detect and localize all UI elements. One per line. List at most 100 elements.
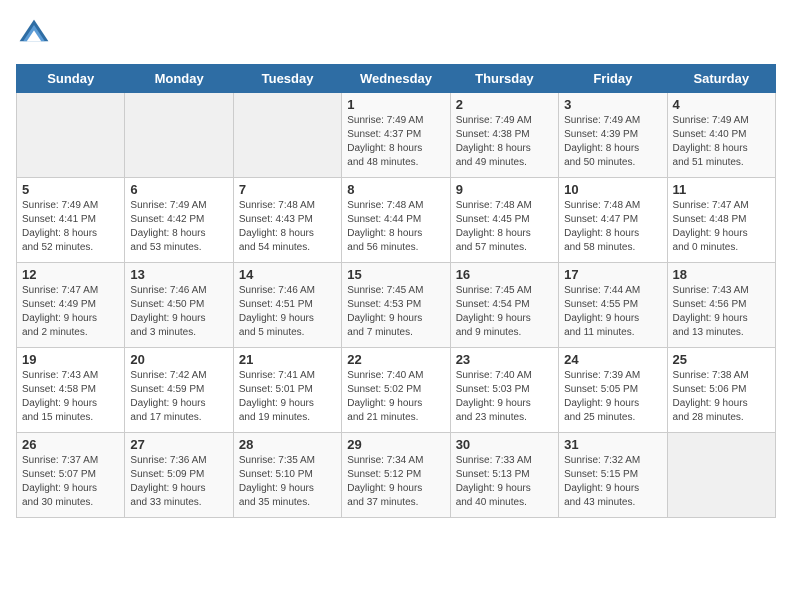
day-info: Sunrise: 7:49 AM Sunset: 4:39 PM Dayligh… (564, 114, 661, 170)
day-number: 20 (130, 352, 227, 367)
calendar-week-row: 26Sunrise: 7:37 AM Sunset: 5:07 PM Dayli… (17, 433, 776, 518)
day-number: 24 (564, 352, 661, 367)
day-info: Sunrise: 7:45 AM Sunset: 4:53 PM Dayligh… (347, 284, 444, 340)
day-number: 11 (673, 182, 770, 197)
day-info: Sunrise: 7:48 AM Sunset: 4:44 PM Dayligh… (347, 199, 444, 255)
calendar-cell: 26Sunrise: 7:37 AM Sunset: 5:07 PM Dayli… (17, 433, 125, 518)
day-info: Sunrise: 7:34 AM Sunset: 5:12 PM Dayligh… (347, 454, 444, 510)
day-number: 3 (564, 97, 661, 112)
calendar-cell: 24 Sunrise: 7:39 AM Sunset: 5:05 PM Dayli… (559, 348, 667, 433)
day-number: 21 (239, 352, 336, 367)
logo-icon (16, 16, 52, 52)
calendar-cell: 1Sunrise: 7:49 AM Sunset: 4:37 PM Daylig… (342, 93, 450, 178)
day-number: 7 (239, 182, 336, 197)
calendar-cell (17, 93, 125, 178)
calendar-cell: 6Sunrise: 7:49 AM Sunset: 4:42 PM Daylig… (125, 178, 233, 263)
calendar-cell: 18Sunrise: 7:43 AM Sunset: 4:56 PM Dayli… (667, 263, 775, 348)
calendar-cell (125, 93, 233, 178)
day-info: Sunrise: 7:46 AM Sunset: 4:50 PM Dayligh… (130, 284, 227, 340)
calendar-cell: 15 Sunrise: 7:45 AM Sunset: 4:53 PM Dayli… (342, 263, 450, 348)
day-number: 2 (456, 97, 553, 112)
day-info: Sunrise: 7:48 AM Sunset: 4:45 PM Dayligh… (456, 199, 553, 255)
calendar-cell: 16 Sunrise: 7:45 AM Sunset: 4:54 PM Dayli… (450, 263, 558, 348)
day-number: 5 (22, 182, 119, 197)
day-info: Sunrise: 7:38 AM Sunset: 5:06 PM Dayligh… (673, 369, 770, 425)
calendar-cell: 12 Sunrise: 7:47 AM Sunset: 4:49 PM Dayli… (17, 263, 125, 348)
calendar-cell: 11 Sunrise: 7:47 AM Sunset: 4:48 PM Dayli… (667, 178, 775, 263)
day-info: Sunrise: 7:45 AM Sunset: 4:54 PM Dayligh… (456, 284, 553, 340)
calendar-cell: 3 Sunrise: 7:49 AM Sunset: 4:39 PM Daylig… (559, 93, 667, 178)
calendar-cell: 13 Sunrise: 7:46 AM Sunset: 4:50 PM Dayli… (125, 263, 233, 348)
calendar-cell: 9 Sunrise: 7:48 AM Sunset: 4:45 PM Daylig… (450, 178, 558, 263)
day-number: 4 (673, 97, 770, 112)
calendar-cell: 5 Sunrise: 7:49 AM Sunset: 4:41 PM Daylig… (17, 178, 125, 263)
day-info: Sunrise: 7:40 AM Sunset: 5:02 PM Dayligh… (347, 369, 444, 425)
header-day: Sunday (17, 65, 125, 93)
day-number: 14 (239, 267, 336, 282)
header-day: Monday (125, 65, 233, 93)
day-number: 22 (347, 352, 444, 367)
day-info: Sunrise: 7:43 AM Sunset: 4:56 PM Dayligh… (673, 284, 770, 340)
day-number: 28 (239, 437, 336, 452)
header-day: Tuesday (233, 65, 341, 93)
day-number: 25 (673, 352, 770, 367)
day-number: 13 (130, 267, 227, 282)
day-number: 31 (564, 437, 661, 452)
day-info: Sunrise: 7:33 AM Sunset: 5:13 PM Dayligh… (456, 454, 553, 510)
day-number: 16 (456, 267, 553, 282)
day-info: Sunrise: 7:37 AM Sunset: 5:07 PM Dayligh… (22, 454, 119, 510)
day-number: 29 (347, 437, 444, 452)
day-number: 19 (22, 352, 119, 367)
page-header (16, 16, 776, 52)
calendar-cell (667, 433, 775, 518)
calendar-week-row: 5 Sunrise: 7:49 AM Sunset: 4:41 PM Daylig… (17, 178, 776, 263)
header-day: Wednesday (342, 65, 450, 93)
calendar-week-row: 19 Sunrise: 7:43 AM Sunset: 4:58 PM Dayli… (17, 348, 776, 433)
calendar-cell: 23 Sunrise: 7:40 AM Sunset: 5:03 PM Dayli… (450, 348, 558, 433)
day-info: Sunrise: 7:42 AM Sunset: 4:59 PM Dayligh… (130, 369, 227, 425)
day-info: Sunrise: 7:49 AM Sunset: 4:38 PM Dayligh… (456, 114, 553, 170)
day-info: Sunrise: 7:47 AM Sunset: 4:49 PM Dayligh… (22, 284, 119, 340)
day-info: Sunrise: 7:48 AM Sunset: 4:47 PM Dayligh… (564, 199, 661, 255)
day-info: Sunrise: 7:49 AM Sunset: 4:40 PM Dayligh… (673, 114, 770, 170)
day-info: Sunrise: 7:46 AM Sunset: 4:51 PM Dayligh… (239, 284, 336, 340)
calendar-week-row: 12 Sunrise: 7:47 AM Sunset: 4:49 PM Dayli… (17, 263, 776, 348)
day-number: 30 (456, 437, 553, 452)
day-info: Sunrise: 7:49 AM Sunset: 4:41 PM Dayligh… (22, 199, 119, 255)
calendar-cell (233, 93, 341, 178)
calendar-cell: 14 Sunrise: 7:46 AM Sunset: 4:51 PM Dayli… (233, 263, 341, 348)
calendar-cell: 7Sunrise: 7:48 AM Sunset: 4:43 PM Daylig… (233, 178, 341, 263)
day-info: Sunrise: 7:49 AM Sunset: 4:42 PM Dayligh… (130, 199, 227, 255)
day-info: Sunrise: 7:43 AM Sunset: 4:58 PM Dayligh… (22, 369, 119, 425)
calendar-cell: 28 Sunrise: 7:35 AM Sunset: 5:10 PM Dayli… (233, 433, 341, 518)
day-number: 27 (130, 437, 227, 452)
day-number: 8 (347, 182, 444, 197)
header-day: Saturday (667, 65, 775, 93)
day-info: Sunrise: 7:35 AM Sunset: 5:10 PM Dayligh… (239, 454, 336, 510)
calendar-cell: 20 Sunrise: 7:42 AM Sunset: 4:59 PM Dayli… (125, 348, 233, 433)
day-number: 12 (22, 267, 119, 282)
calendar-cell: 10Sunrise: 7:48 AM Sunset: 4:47 PM Dayli… (559, 178, 667, 263)
day-info: Sunrise: 7:32 AM Sunset: 5:15 PM Dayligh… (564, 454, 661, 510)
calendar-cell: 22 Sunrise: 7:40 AM Sunset: 5:02 PM Dayli… (342, 348, 450, 433)
day-info: Sunrise: 7:47 AM Sunset: 4:48 PM Dayligh… (673, 199, 770, 255)
calendar-table: SundayMondayTuesdayWednesdayThursdayFrid… (16, 64, 776, 518)
day-info: Sunrise: 7:44 AM Sunset: 4:55 PM Dayligh… (564, 284, 661, 340)
day-number: 9 (456, 182, 553, 197)
day-info: Sunrise: 7:39 AM Sunset: 5:05 PM Dayligh… (564, 369, 661, 425)
day-info: Sunrise: 7:41 AM Sunset: 5:01 PM Dayligh… (239, 369, 336, 425)
header-row: SundayMondayTuesdayWednesdayThursdayFrid… (17, 65, 776, 93)
day-number: 1 (347, 97, 444, 112)
day-number: 23 (456, 352, 553, 367)
header-day: Friday (559, 65, 667, 93)
calendar-cell: 4 Sunrise: 7:49 AM Sunset: 4:40 PM Daylig… (667, 93, 775, 178)
calendar-cell: 19 Sunrise: 7:43 AM Sunset: 4:58 PM Dayli… (17, 348, 125, 433)
calendar-cell: 31 Sunrise: 7:32 AM Sunset: 5:15 PM Dayli… (559, 433, 667, 518)
calendar-cell: 27Sunrise: 7:36 AM Sunset: 5:09 PM Dayli… (125, 433, 233, 518)
calendar-cell: 8 Sunrise: 7:48 AM Sunset: 4:44 PM Daylig… (342, 178, 450, 263)
day-info: Sunrise: 7:40 AM Sunset: 5:03 PM Dayligh… (456, 369, 553, 425)
calendar-body: 1Sunrise: 7:49 AM Sunset: 4:37 PM Daylig… (17, 93, 776, 518)
calendar-cell: 25 Sunrise: 7:38 AM Sunset: 5:06 PM Dayli… (667, 348, 775, 433)
day-number: 15 (347, 267, 444, 282)
calendar-header: SundayMondayTuesdayWednesdayThursdayFrid… (17, 65, 776, 93)
